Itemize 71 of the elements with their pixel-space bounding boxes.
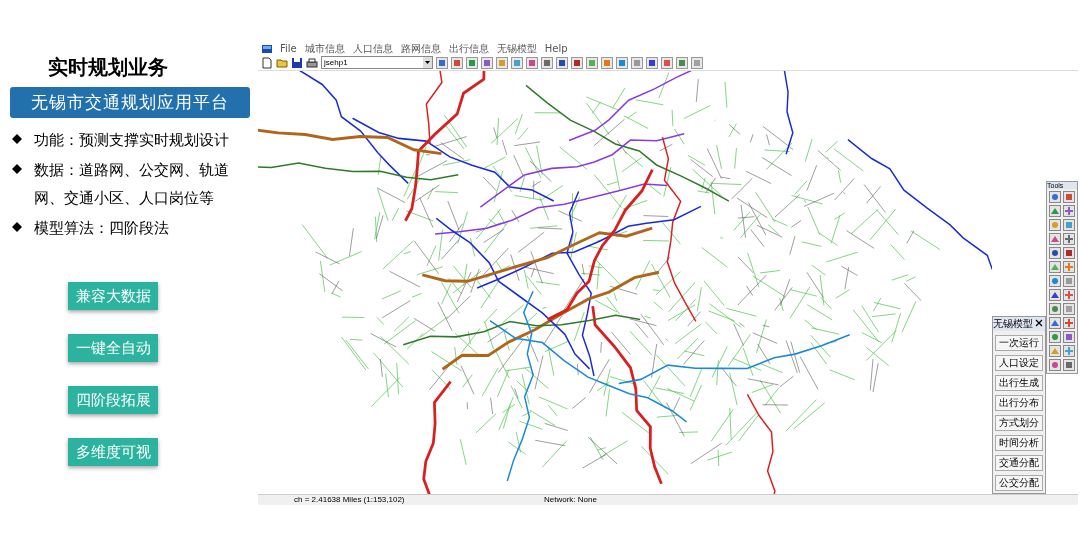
tool-icon[interactable] (1063, 289, 1075, 301)
toolbar-icon[interactable] (646, 56, 658, 69)
tool-icon[interactable] (1049, 289, 1061, 301)
model-step-button[interactable]: 出行分布 (995, 395, 1043, 411)
tool-icon[interactable] (1063, 331, 1075, 343)
bullet-text: 数据：道路网、公交网、轨道网、交通小区、人口岗位等 (34, 160, 230, 209)
tool-icon[interactable] (1063, 275, 1075, 287)
tool-icon[interactable] (1063, 303, 1075, 315)
slide-title: 实时规划业务 (48, 54, 169, 81)
panel-title: 无锡模型 (993, 317, 1033, 331)
network-status: Network: None (544, 495, 597, 505)
bullet-text: 功能：预测支撑实时规划设计 (34, 130, 230, 151)
toolbar-icon[interactable] (436, 56, 448, 69)
tool-icon[interactable] (1049, 205, 1061, 217)
tool-icon[interactable] (1063, 205, 1075, 217)
model-step-button[interactable]: 交通分配 (995, 455, 1043, 471)
tool-icon[interactable] (1063, 247, 1075, 259)
menu-item[interactable]: 人口信息 (352, 41, 393, 56)
menu-item[interactable]: Help (544, 43, 568, 54)
toolbar-icon[interactable] (676, 56, 688, 69)
tool-icon[interactable] (1063, 359, 1075, 371)
tool-icon[interactable] (1063, 219, 1075, 231)
toolbar-icon[interactable] (451, 56, 463, 69)
new-file-icon[interactable] (261, 56, 273, 69)
toolbar-icon[interactable] (466, 56, 478, 69)
tool-icon[interactable] (1049, 261, 1061, 273)
layer-dropdown[interactable]: jsehp1 (321, 56, 433, 69)
menu-item[interactable]: 无锡模型 (496, 41, 537, 56)
scale-status: ch = 2.41638 Miles (1:153,102) (293, 495, 406, 505)
toolbar-icon[interactable] (571, 56, 583, 69)
tool-icon[interactable] (1049, 303, 1061, 315)
tool-icon[interactable] (1049, 345, 1061, 357)
model-step-button[interactable]: 公交分配 (995, 475, 1043, 491)
tool-icon[interactable] (1049, 275, 1061, 287)
platform-banner: 无锡市交通规划应用平台 (10, 87, 250, 118)
tool-icon[interactable] (1063, 233, 1075, 245)
toolbar-icon[interactable] (661, 56, 673, 69)
tool-icon[interactable] (1049, 233, 1061, 245)
tool-icon[interactable] (1049, 191, 1061, 203)
tool-icon[interactable] (1049, 219, 1061, 231)
toolbar-icon[interactable] (526, 56, 538, 69)
menu-item[interactable]: 路网信息 (400, 41, 441, 56)
tool-icon[interactable] (1049, 331, 1061, 343)
close-icon[interactable] (1035, 319, 1043, 327)
model-step-button[interactable]: 一次运行 (995, 335, 1043, 351)
diamond-bullet-icon (12, 222, 22, 232)
model-step-button[interactable]: 人口设定 (995, 355, 1043, 371)
model-step-button[interactable]: 出行生成 (995, 375, 1043, 391)
tool-icon[interactable] (1049, 359, 1061, 371)
menu-item[interactable]: 城市信息 (304, 41, 345, 56)
tool-icon[interactable] (1049, 317, 1061, 329)
toolbar-icon[interactable] (556, 56, 568, 69)
open-folder-icon[interactable] (276, 56, 288, 69)
menu-item[interactable]: 出行信息 (448, 41, 489, 56)
diamond-bullet-icon (12, 164, 22, 174)
print-icon[interactable] (306, 56, 318, 69)
app-icon (262, 44, 272, 53)
toolbar-icon[interactable] (616, 56, 628, 69)
model-step-button[interactable]: 方式划分 (995, 415, 1043, 431)
diamond-bullet-icon (12, 134, 22, 144)
tool-icon[interactable] (1049, 247, 1061, 259)
save-icon[interactable] (291, 56, 303, 69)
model-step-button[interactable]: 时间分析 (995, 435, 1043, 451)
tool-icon[interactable] (1063, 261, 1075, 273)
toolbar-icon[interactable] (541, 56, 553, 69)
toolbar-icon[interactable] (481, 56, 493, 69)
tool-icon[interactable] (1063, 345, 1075, 357)
bullet-text: 模型算法：四阶段法 (34, 218, 170, 239)
tool-icon[interactable] (1063, 317, 1075, 329)
tool-icon[interactable] (1063, 191, 1075, 203)
menu-item[interactable]: File (280, 43, 297, 54)
